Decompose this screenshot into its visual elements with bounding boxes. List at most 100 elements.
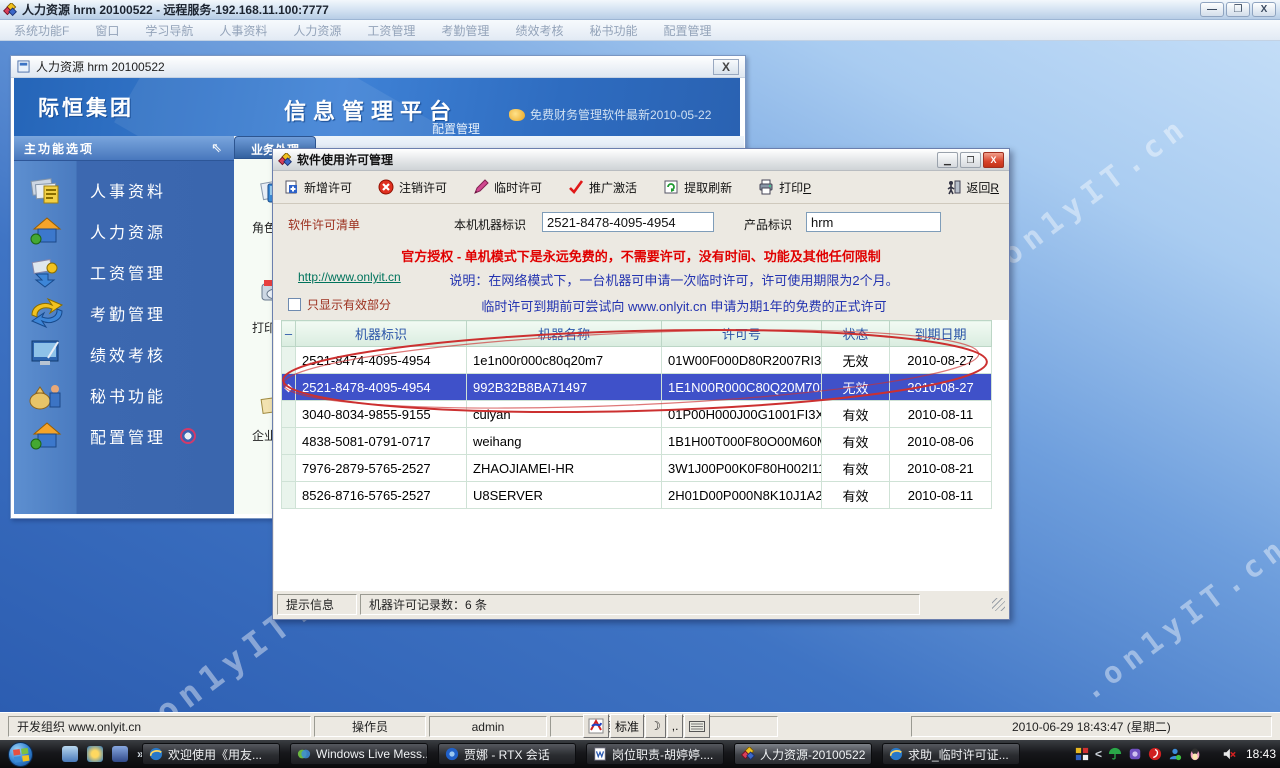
- show-desktop-icon[interactable]: [62, 746, 78, 762]
- config-house-icon: [28, 420, 66, 452]
- handshake-icon: [509, 109, 525, 121]
- col-machine-name[interactable]: 机器名称: [467, 321, 662, 347]
- col-license-no[interactable]: 许可号: [662, 321, 822, 347]
- menu-item-performance[interactable]: 绩效考核: [515, 22, 563, 39]
- tray-rtx-user-icon[interactable]: [1168, 747, 1182, 761]
- salary-icon: [28, 256, 66, 288]
- toolbar-label: 推广激活: [589, 181, 637, 195]
- refresh-button[interactable]: 提取刷新: [663, 179, 732, 196]
- sidebar-item-hr[interactable]: 人力资源: [14, 210, 234, 251]
- revoke-license-button[interactable]: 注销许可: [378, 179, 447, 196]
- col-expiry[interactable]: 到期日期: [890, 321, 992, 347]
- table-row[interactable]: 8526-8716-5765-2527 U8SERVER 2H01D00P000…: [282, 482, 992, 509]
- messenger-icon: [297, 747, 311, 761]
- tray-download-icon[interactable]: [1148, 747, 1162, 761]
- clock-datetime: 2010-06-29 18:43:47 (星期二): [911, 716, 1272, 737]
- menubar: 系统功能F 窗口 学习导航 人事资料 人力资源 工资管理 考勤管理 绩效考核 秘…: [0, 20, 1280, 41]
- tray-rtx-icon[interactable]: [1075, 747, 1089, 761]
- sidebar-item-label: 配置管理: [90, 424, 166, 448]
- ie-quicklaunch-icon[interactable]: [87, 746, 103, 762]
- table-row[interactable]: 7976-2879-5765-2527 ZHAOJIAMEI-HR 3W1J00…: [282, 455, 992, 482]
- hr-house-icon: [28, 215, 66, 247]
- ime-mode-button[interactable]: 标准: [610, 714, 644, 738]
- ie-icon: [149, 747, 163, 761]
- checkbox-icon[interactable]: [288, 298, 301, 311]
- sidebar-item-personnel[interactable]: 人事资料: [14, 169, 234, 210]
- license-table-wrap: – 机器标识 机器名称 许可号 状态 到期日期 2521-8474-4095-4…: [274, 320, 1008, 598]
- menu-item-attendance[interactable]: 考勤管理: [441, 22, 489, 39]
- sidebar-item-performance[interactable]: 绩效考核: [14, 333, 234, 374]
- menu-item-system[interactable]: 系统功能F: [14, 22, 69, 39]
- tray-qq-icon[interactable]: [1188, 747, 1202, 761]
- dialog-icon: [278, 153, 292, 167]
- task-messenger[interactable]: Windows Live Mess...: [290, 743, 428, 765]
- start-button[interactable]: [8, 742, 33, 767]
- wallpaper-watermark: .on1yIT.cn: [1075, 529, 1280, 708]
- return-button[interactable]: 返回R: [946, 179, 999, 196]
- volume-muted-icon[interactable]: [1222, 747, 1236, 761]
- tray-im-icon[interactable]: [1128, 747, 1142, 761]
- dialog-toolbar: 新增许可 注销许可 临时许可 推广激活 提取刷新 打印P: [273, 171, 1009, 204]
- task-ie-welcome[interactable]: 欢迎使用《用友...: [142, 743, 280, 765]
- table-row[interactable]: 2521-8474-4095-4954 1e1n00r000c80q20m7 0…: [282, 347, 992, 374]
- sidebar-item-salary[interactable]: 工资管理: [14, 251, 234, 292]
- menu-item-hr[interactable]: 人力资源: [293, 22, 341, 39]
- promo-text: 免费财务管理软件最新2010-05-22: [530, 106, 711, 123]
- operator-label: 操作员: [314, 716, 427, 737]
- col-status[interactable]: 状态: [822, 321, 890, 347]
- product-id-label: 产品标识: [744, 216, 792, 233]
- dialog-maximize-button[interactable]: ❐: [960, 152, 981, 168]
- ime-keyboard-icon[interactable]: [684, 714, 710, 738]
- mdi-child-titlebar: 人力资源 hrm 20100522 X: [11, 56, 745, 78]
- tray-chevron-icon[interactable]: <: [1095, 747, 1102, 761]
- sidebar-item-attendance[interactable]: 考勤管理: [14, 292, 234, 333]
- dialog-close-button[interactable]: X: [983, 152, 1004, 168]
- menu-item-salary[interactable]: 工资管理: [367, 22, 415, 39]
- print-button[interactable]: 打印P: [758, 179, 811, 196]
- onlyit-link[interactable]: http://www.onlyit.cn: [298, 270, 401, 284]
- rtx-chat-icon: [445, 747, 459, 761]
- resize-grip[interactable]: [992, 598, 1005, 611]
- promote-activate-button[interactable]: 推广激活: [568, 179, 637, 196]
- new-license-button[interactable]: 新增许可: [283, 179, 352, 196]
- dialog-minimize-button[interactable]: ▁: [937, 152, 958, 168]
- menu-item-learn[interactable]: 学习导航: [145, 22, 193, 39]
- sidebar-item-secretary[interactable]: 秘书功能: [14, 374, 234, 415]
- machine-id-field[interactable]: [542, 212, 714, 232]
- product-id-field[interactable]: [806, 212, 941, 232]
- sidebar-item-label: 考勤管理: [90, 301, 166, 325]
- close-button[interactable]: X: [1252, 2, 1276, 17]
- system-tray: < 18:43: [1075, 743, 1276, 765]
- mdi-close-button[interactable]: X: [713, 59, 739, 75]
- menu-item-window[interactable]: 窗口: [95, 22, 119, 39]
- word-doc-icon: [593, 747, 607, 761]
- app-quicklaunch-icon[interactable]: [112, 746, 128, 762]
- task-hrm-active[interactable]: 人力资源-20100522: [734, 743, 872, 765]
- mdi-window-title: 人力资源 hrm 20100522: [36, 58, 165, 75]
- menu-item-config[interactable]: 配置管理: [663, 22, 711, 39]
- table-row[interactable]: 3040-8034-9855-9155 culyan 01P00H000J00G…: [282, 401, 992, 428]
- task-rtx-chat[interactable]: 贾娜 - RTX 会话: [438, 743, 576, 765]
- ime-logo-icon[interactable]: [583, 714, 609, 738]
- col-machine-id[interactable]: 机器标识: [296, 321, 467, 347]
- table-row[interactable]: 4838-5081-0791-0717 weihang 1B1H00T000F8…: [282, 428, 992, 455]
- quick-launch: »: [62, 746, 144, 762]
- promo-banner[interactable]: 免费财务管理软件最新2010-05-22: [509, 106, 711, 123]
- record-count: 机器许可记录数：6 条: [360, 594, 920, 615]
- restore-button[interactable]: ❐: [1226, 2, 1250, 17]
- ime-fullhalf-icon[interactable]: ☽: [645, 714, 666, 738]
- task-word-doc[interactable]: 岗位职责-胡婷婷....: [586, 743, 724, 765]
- valid-only-checkbox[interactable]: 只显示有效部分: [288, 296, 391, 313]
- ime-punct-icon[interactable]: ,.: [667, 714, 684, 738]
- task-ie-help[interactable]: 求助_临时许可证...: [882, 743, 1020, 765]
- return-exit-icon: [946, 179, 962, 195]
- minimize-button[interactable]: —: [1200, 2, 1224, 17]
- menu-item-secretary[interactable]: 秘书功能: [589, 22, 637, 39]
- tray-umbrella-icon[interactable]: [1108, 747, 1122, 761]
- sidebar-item-config[interactable]: 配置管理: [14, 415, 234, 456]
- task-title: 欢迎使用《用友...: [168, 746, 262, 763]
- temp-license-button[interactable]: 临时许可: [473, 179, 542, 196]
- table-row-selected[interactable]: ◆ 2521-8478-4095-4954 992B32B8BA71497 1E…: [282, 374, 992, 401]
- toolbar-label: 新增许可: [304, 181, 352, 195]
- menu-item-hr-file[interactable]: 人事资料: [219, 22, 267, 39]
